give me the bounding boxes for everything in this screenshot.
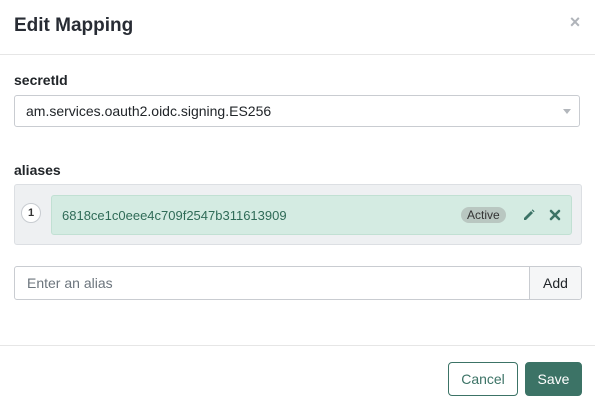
cancel-button[interactable]: Cancel (448, 362, 518, 396)
chevron-down-icon (563, 109, 571, 114)
save-button[interactable]: Save (525, 362, 582, 396)
alias-value: 6818ce1c0eee4c709f2547b311613909 (62, 208, 287, 223)
secret-id-select[interactable]: am.services.oauth2.oidc.signing.ES256 (14, 95, 580, 127)
add-button[interactable]: Add (529, 267, 581, 299)
status-badge: Active (461, 207, 506, 223)
aliases-label: aliases (14, 162, 61, 178)
dialog-title: Edit Mapping (14, 15, 134, 36)
dialog-footer: Cancel Save (0, 345, 595, 410)
dialog-header: Edit Mapping × (0, 0, 595, 55)
alias-input-group: Add (14, 266, 582, 300)
alias-input[interactable] (15, 267, 530, 299)
secret-id-label: secretId (14, 72, 68, 88)
edit-mapping-dialog: Edit Mapping × secretId am.services.oaut… (0, 0, 595, 409)
list-item-index: 1 (21, 203, 41, 223)
close-icon[interactable]: × (567, 12, 583, 32)
list-item: 6818ce1c0eee4c709f2547b311613909 Active (51, 195, 572, 235)
pencil-icon[interactable] (522, 208, 536, 222)
secret-id-value: am.services.oauth2.oidc.signing.ES256 (26, 103, 272, 119)
aliases-list: 1 6818ce1c0eee4c709f2547b311613909 Activ… (14, 184, 582, 245)
remove-icon[interactable] (548, 208, 562, 222)
